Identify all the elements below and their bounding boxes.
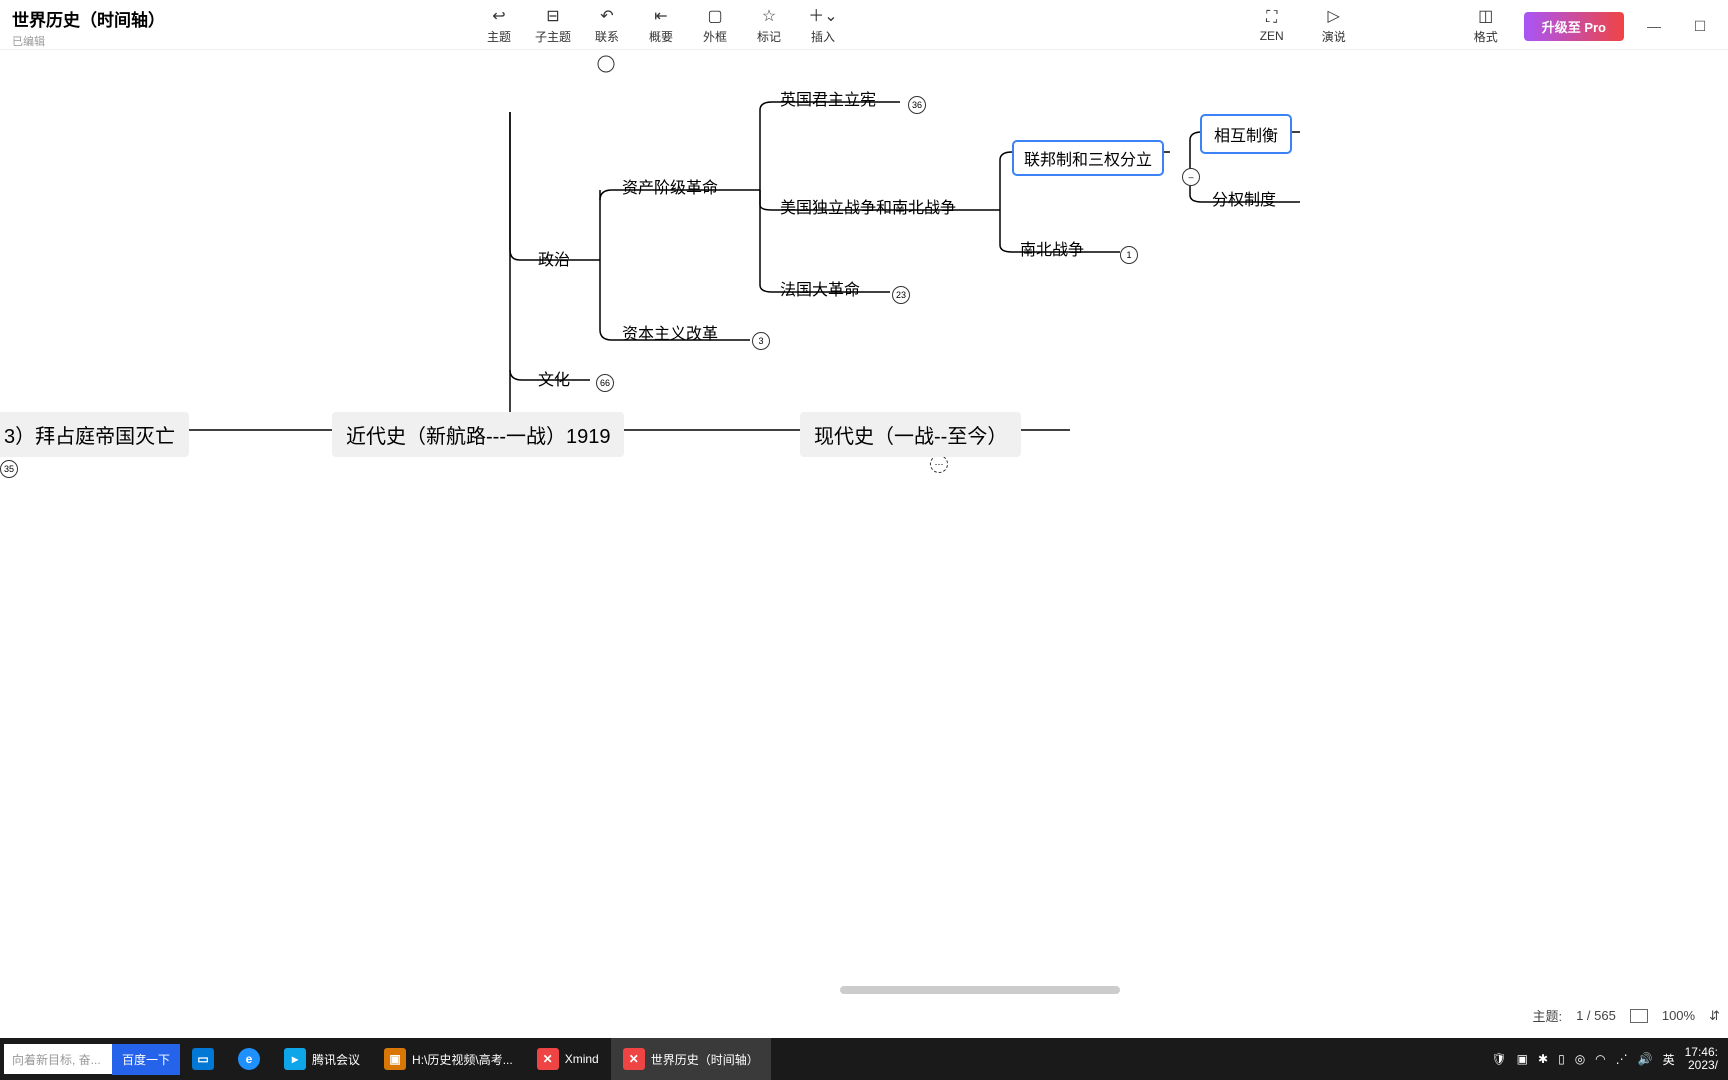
topic-button[interactable]: ↩主题 bbox=[475, 6, 523, 46]
timeline-node-modern[interactable]: 现代史（一战--至今） bbox=[800, 412, 1021, 457]
node-french-revolution[interactable]: 法国大革命 bbox=[780, 276, 860, 300]
system-tray: 🛡 ▣ ✱ ▯ ◎ ◠ ⋰ 🔊 英 17:46: 2023/ bbox=[1481, 1046, 1728, 1072]
topics-count: 1 / 565 bbox=[1576, 1008, 1616, 1023]
minimap-icon[interactable] bbox=[1630, 1009, 1648, 1023]
node-separation-system[interactable]: 分权制度 bbox=[1212, 186, 1276, 210]
tray-volume-icon[interactable]: 🔊 bbox=[1638, 1052, 1653, 1066]
zen-icon: ⛶ bbox=[1266, 9, 1277, 27]
maximize-button[interactable]: ☐ bbox=[1684, 18, 1716, 35]
taskbar-explorer[interactable]: ▭ bbox=[180, 1038, 226, 1080]
boundary-icon: ▢ bbox=[707, 8, 722, 26]
titlebar: 世界历史（时间轴） 已编辑 ↩主题 ⊟子主题 ↶联系 ⇤概要 ▢外框 ☆标记 ＋… bbox=[0, 0, 1728, 50]
node-politics[interactable]: 政治 bbox=[538, 246, 570, 270]
summary-button[interactable]: ⇤概要 bbox=[637, 6, 685, 46]
node-bourgeois-revolution[interactable]: 资产阶级革命 bbox=[622, 174, 718, 198]
tray-app-icon[interactable]: ▣ bbox=[1517, 1052, 1528, 1066]
taskbar-tencent-meeting[interactable]: ▸腾讯会议 bbox=[272, 1038, 372, 1080]
insert-button[interactable]: ＋⌄插入 bbox=[799, 6, 847, 46]
count-french[interactable]: 23 bbox=[892, 286, 910, 304]
insert-icon: ＋⌄ bbox=[808, 8, 837, 26]
node-culture[interactable]: 文化 bbox=[538, 366, 570, 390]
tray-battery-icon[interactable]: ▯ bbox=[1558, 1052, 1565, 1066]
topics-label: 主题: bbox=[1532, 1006, 1562, 1025]
format-button[interactable]: ◫格式 bbox=[1462, 6, 1510, 46]
toolbar-right: ⛶ZEN ▷演说 ◫格式 升级至 Pro — ☐ bbox=[1248, 6, 1716, 46]
document-title: 世界历史（时间轴） bbox=[12, 6, 165, 31]
horizontal-scrollbar[interactable] bbox=[840, 986, 1120, 994]
tray-network-icon[interactable]: ◠ bbox=[1595, 1052, 1605, 1066]
tray-wifi-icon[interactable]: ⋰ bbox=[1616, 1052, 1628, 1066]
node-capitalist-reform[interactable]: 资本主义改革 bbox=[622, 320, 718, 344]
topic-icon: ↩ bbox=[492, 8, 505, 26]
subtopic-button[interactable]: ⊟子主题 bbox=[529, 6, 577, 46]
node-civil-war[interactable]: 南北战争 bbox=[1020, 236, 1084, 260]
count-uk[interactable]: 36 bbox=[908, 96, 926, 114]
count-left[interactable]: 35 bbox=[0, 460, 18, 478]
timeline-node-early-modern[interactable]: 近代史（新航路---一战）1919 bbox=[332, 412, 624, 457]
marker-button[interactable]: ☆标记 bbox=[745, 6, 793, 46]
zen-button[interactable]: ⛶ZEN bbox=[1248, 6, 1296, 46]
count-culture[interactable]: 66 bbox=[596, 374, 614, 392]
main-toolbar: ↩主题 ⊟子主题 ↶联系 ⇤概要 ▢外框 ☆标记 ＋⌄插入 bbox=[475, 6, 847, 46]
zoom-level[interactable]: 100% bbox=[1662, 1008, 1695, 1023]
mindmap-canvas[interactable]: 政治 文化 资产阶级革命 资本主义改革 英国君主立宪 美国独立战争和南北战争 法… bbox=[0, 50, 1728, 990]
relationship-button[interactable]: ↶联系 bbox=[583, 6, 631, 46]
timeline-node-byzantine[interactable]: 3）拜占庭帝国灭亡 bbox=[0, 412, 189, 457]
edit-status: 已编辑 bbox=[12, 33, 165, 49]
node-uk-monarchy[interactable]: 英国君主立宪 bbox=[780, 86, 876, 110]
expand-modern[interactable]: ⋯ bbox=[930, 455, 948, 473]
tray-shield-icon[interactable]: 🛡 bbox=[1491, 1052, 1506, 1066]
taskbar-xmind[interactable]: ✕Xmind bbox=[525, 1038, 611, 1080]
minimize-button[interactable]: — bbox=[1638, 18, 1670, 34]
tray-language[interactable]: 英 bbox=[1663, 1051, 1675, 1068]
boundary-button[interactable]: ▢外框 bbox=[691, 6, 739, 46]
marker-icon: ☆ bbox=[762, 8, 776, 26]
upgrade-pro-button[interactable]: 升级至 Pro bbox=[1524, 12, 1624, 41]
taskbar-folder[interactable]: ▣H:\历史视频\高考... bbox=[372, 1038, 525, 1080]
taskbar-xmind-doc[interactable]: ✕世界历史（时间轴） bbox=[611, 1038, 771, 1080]
node-federal-separation-powers[interactable]: 联邦制和三权分立 bbox=[1012, 140, 1164, 176]
tray-bluetooth-icon[interactable]: ✱ bbox=[1538, 1052, 1548, 1066]
windows-taskbar: 向着新目标, 奋... 百度一下 ▭ e ▸腾讯会议 ▣H:\历史视频\高考..… bbox=[0, 1038, 1728, 1080]
title-section: 世界历史（时间轴） 已编辑 bbox=[12, 6, 165, 49]
tray-clock[interactable]: 17:46: 2023/ bbox=[1685, 1046, 1718, 1072]
subtopic-icon: ⊟ bbox=[546, 8, 559, 26]
node-checks-balances[interactable]: 相互制衡 bbox=[1200, 114, 1292, 154]
node-us-independence-civil-war[interactable]: 美国独立战争和南北战争 bbox=[780, 194, 956, 218]
count-reform[interactable]: 3 bbox=[752, 332, 770, 350]
format-icon: ◫ bbox=[1478, 8, 1493, 26]
summary-icon: ⇤ bbox=[654, 8, 667, 26]
relationship-icon: ↶ bbox=[600, 8, 613, 26]
taskbar-edge[interactable]: e bbox=[226, 1038, 272, 1080]
present-button[interactable]: ▷演说 bbox=[1310, 6, 1358, 46]
taskbar-search[interactable]: 向着新目标, 奋... bbox=[4, 1044, 112, 1074]
expand-federal[interactable]: – bbox=[1182, 168, 1200, 186]
present-icon: ▷ bbox=[1328, 8, 1340, 26]
count-civil[interactable]: 1 bbox=[1120, 246, 1138, 264]
baidu-search-button[interactable]: 百度一下 bbox=[112, 1044, 180, 1075]
connector-lines bbox=[0, 50, 1728, 990]
status-bar: 主题: 1 / 565 100% ⇵ bbox=[1532, 1006, 1720, 1025]
zoom-stepper-icon[interactable]: ⇵ bbox=[1709, 1008, 1720, 1024]
tray-nvidia-icon[interactable]: ◎ bbox=[1575, 1052, 1585, 1066]
